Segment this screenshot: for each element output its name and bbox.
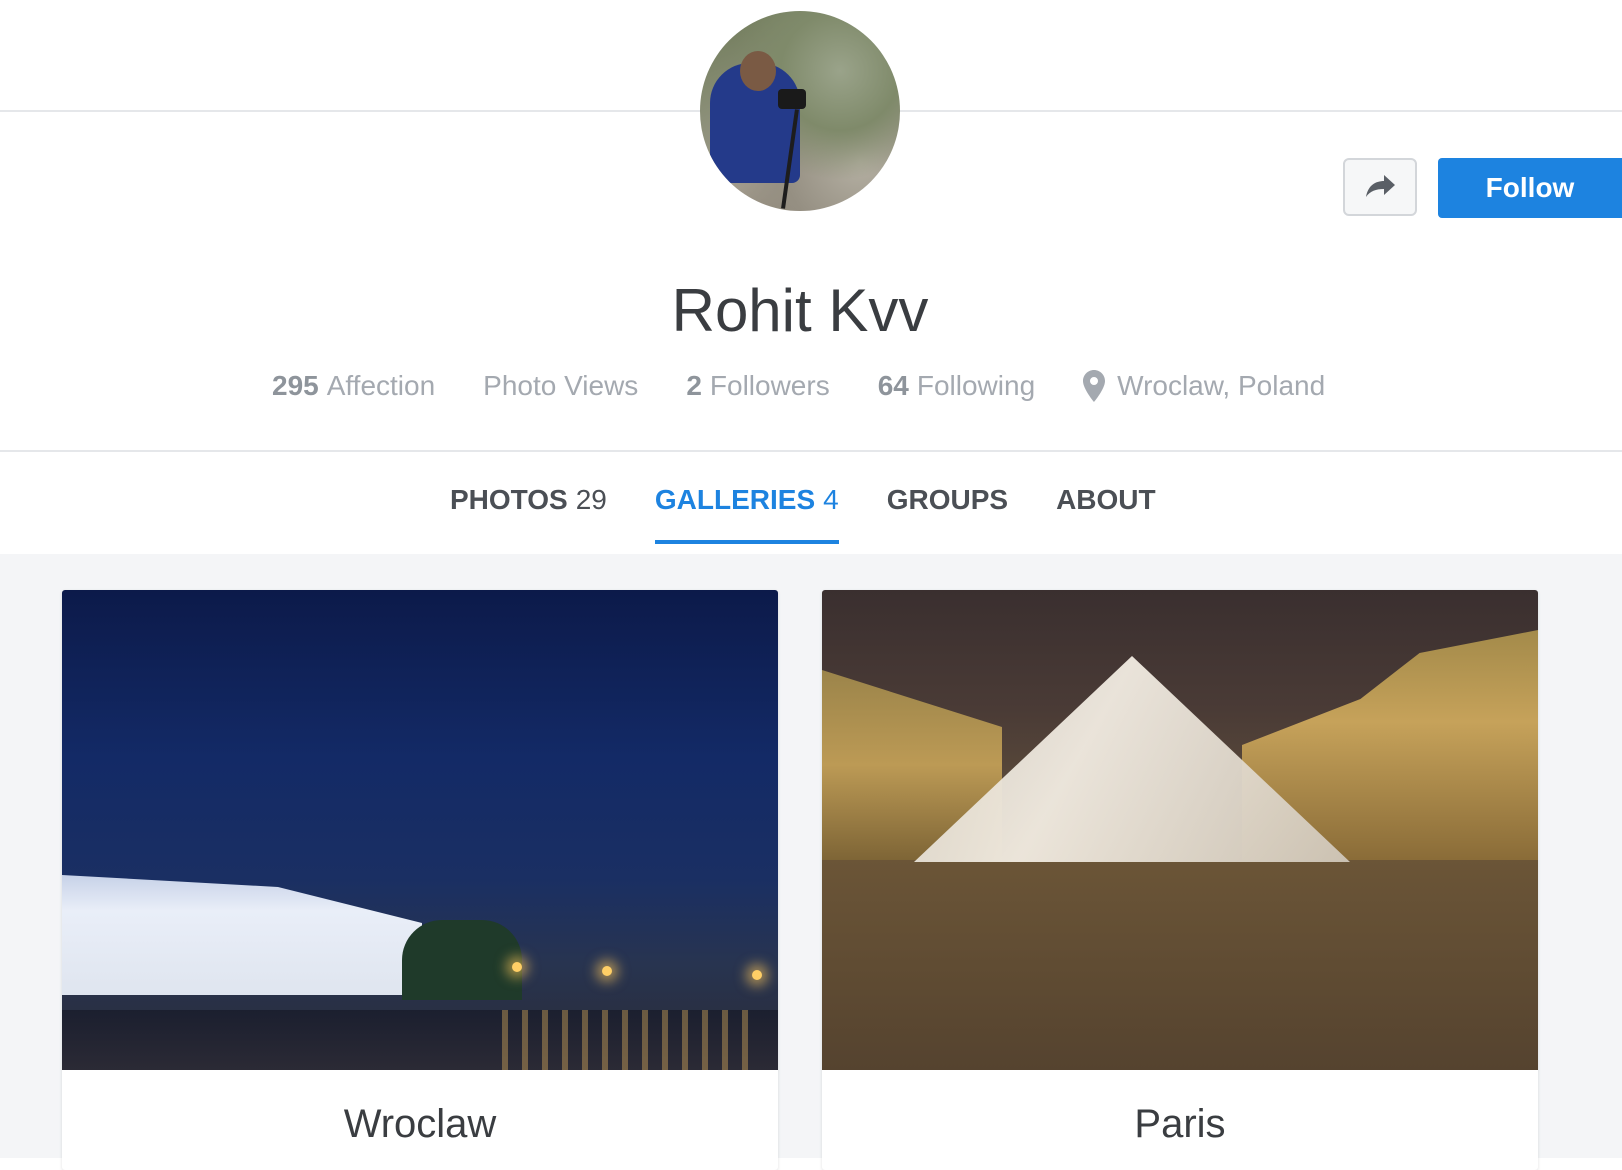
profile-tabs-bar: PHOTOS 29 GALLERIES 4 GROUPS ABOUT [0,450,1622,556]
location-label: Wroclaw, Poland [1117,370,1326,401]
gallery-card-wroclaw[interactable]: Wroclaw [62,590,778,1170]
tab-photos[interactable]: PHOTOS 29 [450,484,607,544]
galleries-grid: Wroclaw Paris [0,554,1622,1170]
profile-tabs: PHOTOS 29 GALLERIES 4 GROUPS ABOUT [450,484,1204,544]
profile-stats: 295 Affection Photo Views 2 Followers 64… [272,370,1373,402]
cover-plaza [822,860,1538,1070]
stat-followers[interactable]: 2 Followers [686,370,829,402]
cover-reflection [502,1010,762,1070]
gallery-title[interactable]: Wroclaw [62,1102,778,1147]
tab-galleries-count: 4 [823,484,839,515]
avatar-photo-camera [778,89,806,109]
tab-galleries[interactable]: GALLERIES 4 [654,484,839,544]
followers-count: 2 [686,370,702,401]
affection-count: 295 [272,370,319,401]
tab-groups-label: GROUPS [886,484,1009,515]
photo-views-label: Photo Views [483,370,639,401]
cover-trees [402,920,522,1000]
stat-affection[interactable]: 295 Affection [272,370,435,402]
tab-about[interactable]: ABOUT [1056,484,1156,544]
tab-photos-count: 29 [575,484,607,515]
cover-light [512,962,522,972]
gallery-card-paris[interactable]: Paris [822,590,1538,1170]
cover-light [752,970,762,980]
cover-building [62,875,422,995]
gallery-title[interactable]: Paris [822,1102,1538,1147]
gallery-cover-image[interactable] [822,590,1538,1070]
share-arrow-icon [1363,173,1397,202]
avatar-photo-head [740,51,776,91]
follow-button[interactable]: Follow [1438,158,1622,218]
tab-photos-label: PHOTOS [450,484,568,515]
avatar[interactable] [700,11,900,211]
stat-following[interactable]: 64 Following [878,370,1035,402]
followers-label: Followers [709,370,830,401]
following-count: 64 [877,370,909,401]
following-label: Following [916,370,1036,401]
cover-light [602,966,612,976]
tab-about-label: ABOUT [1056,484,1156,515]
stat-location: Wroclaw, Poland [1083,370,1325,402]
gallery-cover-image[interactable] [62,590,778,1070]
tab-groups[interactable]: GROUPS [887,484,1008,544]
profile-name: Rohit Kvv [671,277,929,344]
stat-photo-views: Photo Views [483,370,638,402]
tab-galleries-label: GALLERIES [654,484,816,515]
share-button[interactable] [1343,158,1417,216]
affection-label: Affection [326,370,436,401]
location-pin-icon [1083,370,1106,402]
